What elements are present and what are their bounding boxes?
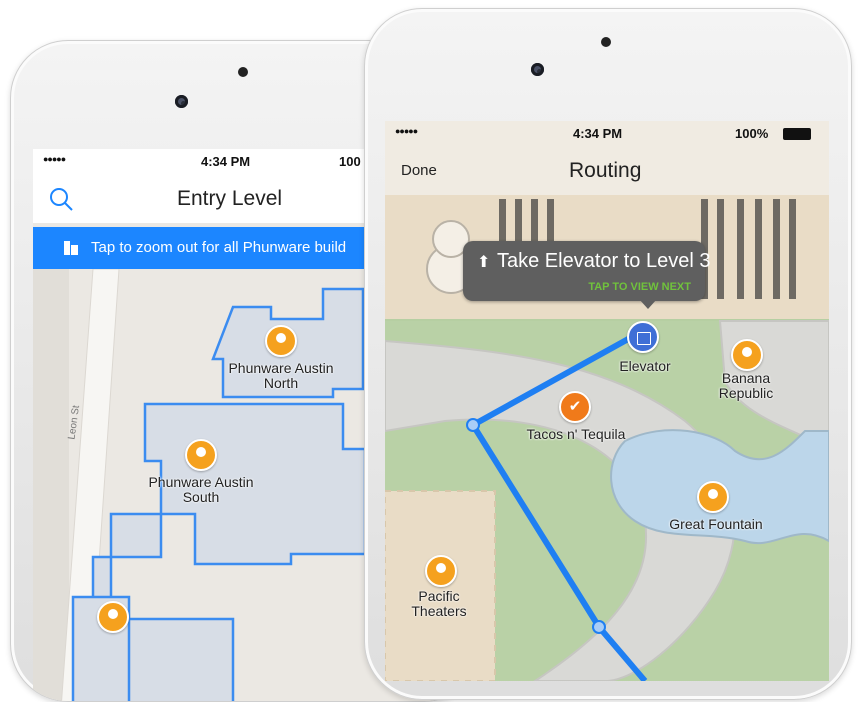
place-label-banana[interactable]: Banana Republic (691, 371, 801, 401)
route-instruction-callout[interactable]: ⬆ Take Elevator to Level 3 TAP TO VIEW N… (463, 241, 710, 309)
place-label-theaters-line1: Pacific (418, 588, 460, 604)
arrow-up-icon: ⬆ (477, 254, 491, 271)
tap-next-hint: TAP TO VIEW NEXT (588, 281, 691, 293)
route-waypoint (466, 418, 480, 432)
location-pin-icon[interactable] (185, 439, 217, 471)
place-label-south-line2: South (182, 489, 220, 505)
status-time: 4:34 PM (201, 154, 251, 169)
location-pin-icon[interactable] (97, 601, 129, 633)
battery-percent: 100% (735, 126, 769, 141)
route-waypoint (592, 620, 606, 634)
place-label-north-line1: Phunware Austin (228, 360, 334, 376)
callout-tail (639, 299, 657, 309)
building-icon (64, 241, 78, 255)
restaurant-icon[interactable]: ✔ (559, 391, 591, 423)
location-pin-icon[interactable] (697, 481, 729, 513)
banner-text: Tap to zoom out for all Phunware build (91, 239, 347, 256)
place-label-north-line2: North (263, 375, 299, 391)
search-icon-lens (50, 188, 68, 206)
page-title: Routing (569, 159, 642, 182)
map-block-left (33, 269, 69, 701)
place-label-banana-line1: Banana (721, 370, 771, 386)
place-label-south-line1: Phunware Austin (148, 474, 254, 490)
search-icon[interactable] (49, 187, 75, 213)
signal-indicator: ●●●●● (395, 126, 418, 136)
status-bar: ●●●●● 4:34 PM 100% (385, 121, 829, 147)
battery-icon (783, 128, 811, 140)
parking-stripe (717, 199, 724, 299)
place-label-fountain: Great Fountain (669, 516, 763, 532)
building-icon-left (64, 241, 70, 255)
parking-stripe (755, 199, 762, 299)
phone-right: Elevator ✔ Tacos n' Tequila Banana Repub… (364, 8, 852, 700)
done-button[interactable]: Done (401, 162, 437, 179)
front-camera (531, 63, 544, 76)
earpiece (238, 67, 248, 77)
place-label-south[interactable]: Phunware Austin South (131, 475, 271, 505)
place-label-banana-line2: Republic (718, 385, 774, 401)
restaurant-label: Tacos n' Tequila (526, 426, 626, 442)
parking-stripe (737, 199, 744, 299)
elevator-icon-doors (637, 332, 651, 345)
place-label-north[interactable]: Phunware Austin North (211, 361, 351, 391)
page-title: Entry Level (177, 187, 283, 210)
location-pin-icon[interactable] (731, 339, 763, 371)
front-camera (175, 95, 188, 108)
nav-bar: Done Routing (385, 147, 829, 195)
location-pin-icon[interactable] (425, 555, 457, 587)
location-pin-icon[interactable] (265, 325, 297, 357)
status-time: 4:34 PM (573, 126, 623, 141)
building-icon-right (71, 245, 78, 255)
place-label-theaters-line2: Theaters (411, 603, 467, 619)
signal-indicator: ●●●●● (43, 154, 66, 164)
screen-right: Elevator ✔ Tacos n' Tequila Banana Repub… (385, 121, 829, 681)
parking-stripe (789, 199, 796, 299)
place-label-theaters[interactable]: Pacific Theaters (389, 589, 489, 619)
search-icon-handle (64, 202, 73, 211)
route-instruction-text: Take Elevator to Level 3 (497, 250, 711, 272)
parking-stripe (773, 199, 780, 299)
earpiece (601, 37, 611, 47)
elevator-label: Elevator (619, 358, 671, 374)
battery-percent: 100 (339, 154, 361, 169)
elevator-icon[interactable] (627, 321, 659, 353)
